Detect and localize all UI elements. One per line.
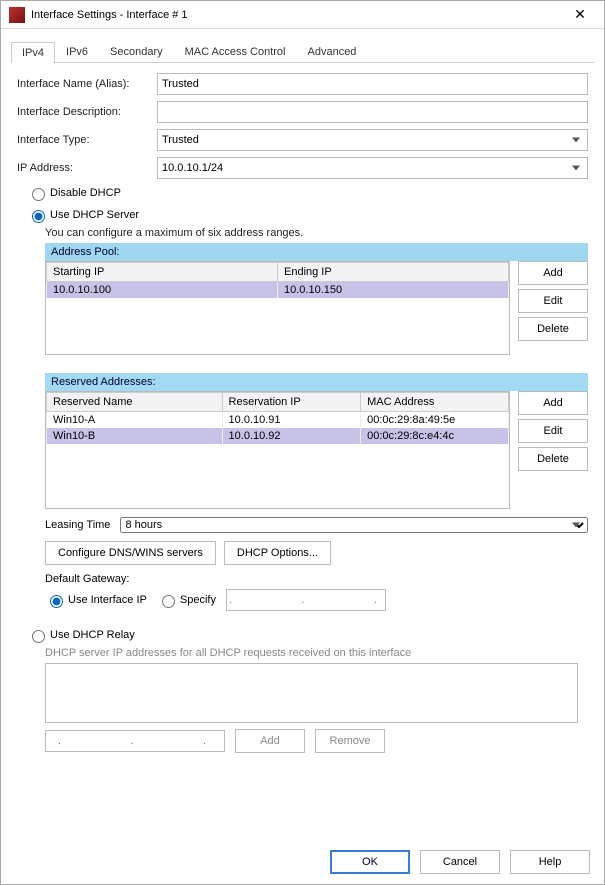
gateway-label: Default Gateway:: [45, 573, 588, 585]
ip-address-label: IP Address:: [17, 162, 157, 174]
tab-content: Interface Name (Alias): Interface Descri…: [11, 63, 594, 830]
reserved-table: Reserved Name Reservation IP MAC Address…: [45, 391, 510, 509]
gw-specify-label: Specify: [180, 594, 216, 606]
gw-use-interface-label: Use Interface IP: [68, 594, 147, 606]
pool-col-end[interactable]: Ending IP: [278, 263, 509, 282]
interface-desc-input[interactable]: [157, 101, 588, 123]
relay-add-button[interactable]: Add: [235, 729, 305, 753]
disable-dhcp-radio[interactable]: [32, 188, 45, 201]
relay-ip-input[interactable]: [45, 730, 225, 752]
help-button[interactable]: Help: [510, 850, 590, 874]
gw-specify-radio[interactable]: [162, 595, 175, 608]
use-dhcp-relay-label: Use DHCP Relay: [50, 629, 135, 641]
cancel-button[interactable]: Cancel: [420, 850, 500, 874]
leasing-select[interactable]: 8 hours: [120, 517, 588, 533]
reserved-row[interactable]: Win10-A 10.0.10.91 00:0c:29:8a:49:5e: [47, 412, 509, 428]
titlebar: Interface Settings - Interface # 1 ✕: [1, 1, 604, 29]
address-pool-table: Starting IP Ending IP 10.0.10.100 10.0.1…: [45, 261, 510, 355]
dns-wins-button[interactable]: Configure DNS/WINS servers: [45, 541, 216, 565]
dialog-footer: OK Cancel Help: [1, 840, 604, 884]
interface-type-select[interactable]: Trusted: [157, 129, 588, 151]
reserved-row[interactable]: Win10-B 10.0.10.92 00:0c:29:8c:e4:4c: [47, 428, 509, 444]
ip-address-select[interactable]: 10.0.10.1/24: [157, 157, 588, 179]
reserved-col-mac[interactable]: MAC Address: [361, 393, 509, 412]
interface-name-label: Interface Name (Alias):: [17, 78, 157, 90]
pool-row[interactable]: 10.0.10.100 10.0.10.150: [47, 282, 509, 298]
pool-delete-button[interactable]: Delete: [518, 317, 588, 341]
tab-ipv4[interactable]: IPv4: [11, 42, 55, 63]
reserved-add-button[interactable]: Add: [518, 391, 588, 415]
close-icon[interactable]: ✕: [564, 6, 596, 23]
app-icon: [9, 7, 25, 23]
window: Interface Settings - Interface # 1 ✕ IPv…: [0, 0, 605, 885]
pool-add-button[interactable]: Add: [518, 261, 588, 285]
reserved-title: Reserved Addresses:: [45, 373, 588, 391]
ok-button[interactable]: OK: [330, 850, 410, 874]
dhcp-options-button[interactable]: DHCP Options...: [224, 541, 331, 565]
disable-dhcp-label: Disable DHCP: [50, 187, 121, 199]
tab-mac-access[interactable]: MAC Access Control: [174, 41, 297, 62]
reserved-col-ip[interactable]: Reservation IP: [222, 393, 361, 412]
reserved-col-name[interactable]: Reserved Name: [47, 393, 223, 412]
use-dhcp-relay-radio[interactable]: [32, 630, 45, 643]
tab-secondary[interactable]: Secondary: [99, 41, 174, 62]
use-dhcp-server-radio[interactable]: [32, 210, 45, 223]
interface-type-label: Interface Type:: [17, 134, 157, 146]
reserved-delete-button[interactable]: Delete: [518, 447, 588, 471]
leasing-label: Leasing Time: [45, 519, 110, 531]
gw-use-interface-radio[interactable]: [50, 595, 63, 608]
pool-edit-button[interactable]: Edit: [518, 289, 588, 313]
gw-ip-input[interactable]: [226, 589, 386, 611]
tab-strip: IPv4 IPv6 Secondary MAC Access Control A…: [11, 41, 594, 63]
tab-ipv6[interactable]: IPv6: [55, 41, 99, 62]
dhcp-server-hint: You can configure a maximum of six addre…: [45, 227, 588, 239]
pool-col-start[interactable]: Starting IP: [47, 263, 278, 282]
relay-hint: DHCP server IP addresses for all DHCP re…: [45, 647, 588, 659]
address-pool-title: Address Pool:: [45, 243, 588, 261]
window-title: Interface Settings - Interface # 1: [31, 9, 564, 21]
relay-remove-button[interactable]: Remove: [315, 729, 385, 753]
relay-list[interactable]: [45, 663, 578, 723]
tab-advanced[interactable]: Advanced: [297, 41, 368, 62]
dialog-body: IPv4 IPv6 Secondary MAC Access Control A…: [1, 29, 604, 840]
reserved-edit-button[interactable]: Edit: [518, 419, 588, 443]
interface-name-input[interactable]: [157, 73, 588, 95]
use-dhcp-server-label: Use DHCP Server: [50, 209, 139, 221]
interface-desc-label: Interface Description:: [17, 106, 157, 118]
